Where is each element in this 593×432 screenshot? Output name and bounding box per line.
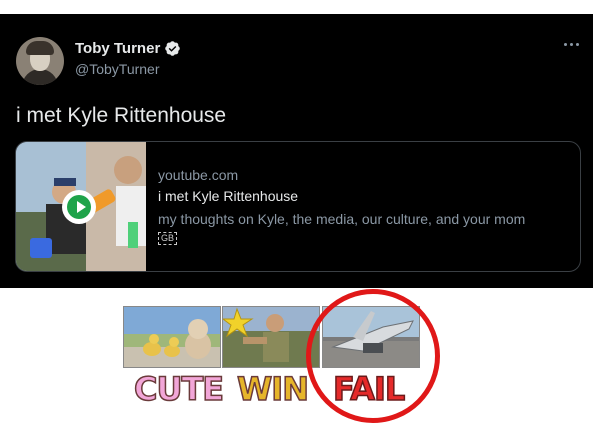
- link-card[interactable]: youtube.com i met Kyle Rittenhouse my th…: [15, 141, 581, 272]
- man-with-star-image: [223, 307, 289, 362]
- meme-label-win: WIN: [236, 369, 309, 409]
- ducklings-kitten-image: [124, 319, 220, 367]
- card-title[interactable]: i met Kyle Rittenhouse: [158, 188, 298, 204]
- more-options-icon[interactable]: [560, 36, 584, 52]
- card-description: my thoughts on Kyle, the media, our cult…: [158, 211, 526, 227]
- tweet[interactable]: Toby Turner @TobyTurner i met Kyle Ritte…: [0, 14, 593, 288]
- tweet-text: i met Kyle Rittenhouse: [16, 104, 227, 127]
- card-domain: youtube.com: [158, 167, 239, 183]
- meme-label-cute: CUTE: [133, 369, 225, 409]
- verified-badge-icon: [165, 41, 181, 56]
- video-thumbnail[interactable]: [16, 142, 146, 271]
- author-name[interactable]: Toby Turner: [75, 40, 160, 57]
- avatar[interactable]: [16, 37, 64, 85]
- card-badge: GB: [158, 232, 178, 245]
- red-highlight-circle: [306, 289, 440, 423]
- author-row: Toby Turner: [75, 40, 181, 57]
- author-handle[interactable]: @TobyTurner: [75, 61, 160, 77]
- meme-panel-cute: [123, 306, 221, 368]
- play-icon[interactable]: [64, 192, 94, 222]
